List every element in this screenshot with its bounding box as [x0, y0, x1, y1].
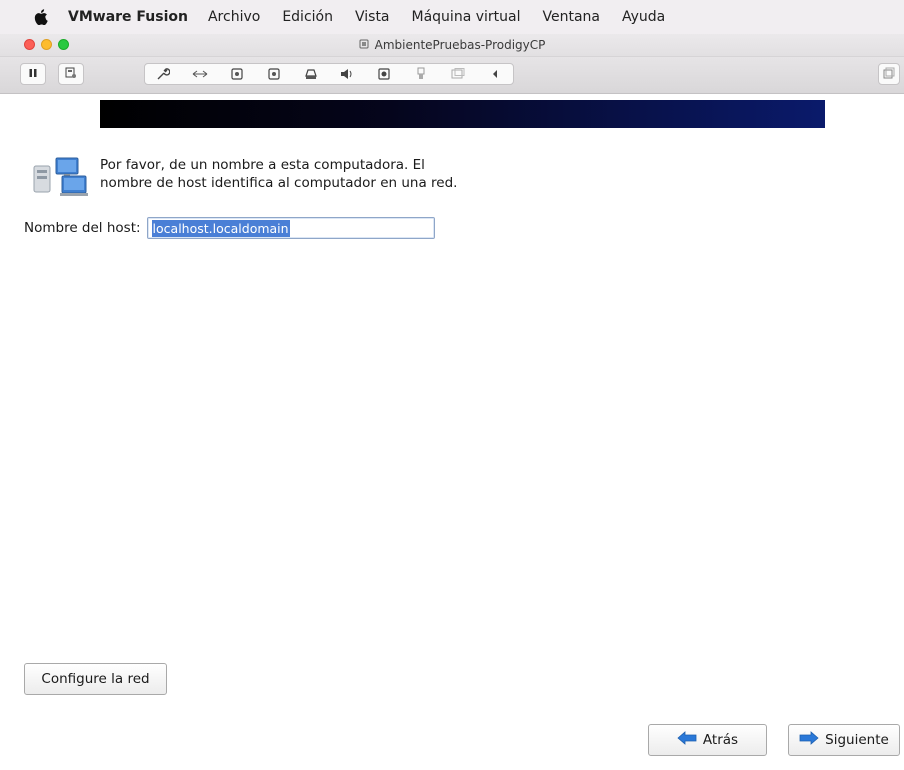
share-icon[interactable] — [450, 66, 466, 82]
network-computers-icon — [32, 156, 88, 202]
back-label: Atrás — [702, 732, 739, 748]
settings-wrench-icon[interactable] — [155, 66, 171, 82]
next-button[interactable]: Siguiente — [788, 724, 900, 756]
vm-toolbar — [0, 57, 904, 94]
zoom-window-button[interactable] — [58, 39, 69, 50]
back-button[interactable]: Atrás — [648, 724, 767, 756]
snapshot-button[interactable] — [58, 63, 84, 85]
hostname-intro: Por favor, de un nombre a esta computado… — [32, 156, 520, 202]
menu-vista[interactable]: Vista — [355, 9, 390, 25]
back-arrow-icon — [677, 731, 697, 749]
sound-icon[interactable] — [339, 66, 355, 82]
configure-network-label: Configure la red — [41, 671, 150, 687]
disk-2-icon[interactable] — [266, 66, 282, 82]
menu-archivo[interactable]: Archivo — [208, 9, 260, 25]
window-title: AmbientePruebas-ProdigyCP — [374, 38, 546, 52]
hostname-row: Nombre del host: localhost.localdomain — [24, 217, 435, 239]
snapshot-icon — [65, 67, 77, 82]
menu-edicion[interactable]: Edición — [282, 9, 333, 25]
unity-view-button[interactable] — [878, 63, 900, 85]
device-toolbar-group — [144, 63, 514, 85]
hostname-value: localhost.localdomain — [151, 219, 290, 237]
usb-icon[interactable] — [413, 66, 429, 82]
hostname-description: Por favor, de un nombre a esta computado… — [100, 156, 520, 192]
hostname-label: Nombre del host: — [24, 220, 141, 236]
window-controls — [24, 39, 69, 50]
pause-button[interactable] — [20, 63, 46, 85]
hard-drive-icon[interactable] — [303, 66, 319, 82]
intro-line-2: nombre de host identifica al computador … — [100, 175, 458, 191]
vm-icon — [359, 39, 369, 52]
network-arrows-icon[interactable] — [192, 66, 208, 82]
next-arrow-icon — [799, 731, 819, 749]
menu-app-name[interactable]: VMware Fusion — [68, 9, 188, 25]
menu-maquina-virtual[interactable]: Máquina virtual — [412, 9, 521, 25]
apple-icon[interactable] — [32, 8, 50, 26]
close-window-button[interactable] — [24, 39, 35, 50]
disk-icon[interactable] — [229, 66, 245, 82]
menu-ayuda[interactable]: Ayuda — [622, 9, 665, 25]
hostname-input[interactable]: localhost.localdomain — [146, 217, 435, 239]
camera-icon[interactable] — [376, 66, 392, 82]
menubar: VMware Fusion Archivo Edición Vista Máqu… — [0, 0, 904, 34]
pause-icon — [28, 68, 38, 81]
menu-ventana[interactable]: Ventana — [543, 9, 601, 25]
window-titlebar: AmbientePruebas-ProdigyCP — [0, 34, 904, 57]
window-title-area: AmbientePruebas-ProdigyCP — [359, 38, 546, 52]
minimize-window-button[interactable] — [41, 39, 52, 50]
window-mode-icon — [883, 67, 895, 82]
next-label: Siguiente — [825, 732, 889, 748]
configure-network-button[interactable]: Configure la red — [24, 663, 167, 695]
chevron-left-icon[interactable] — [487, 66, 503, 82]
installer-banner — [100, 100, 825, 128]
intro-line-1: Por favor, de un nombre a esta computado… — [100, 157, 425, 173]
